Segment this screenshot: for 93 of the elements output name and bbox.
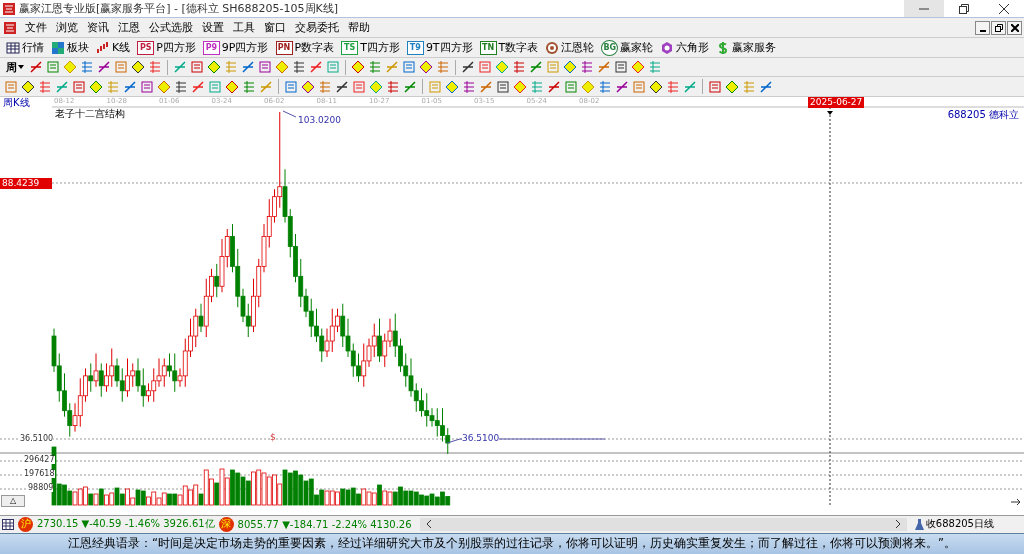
target-icon bbox=[545, 40, 560, 55]
hexagon-icon bbox=[660, 40, 675, 55]
tool-icon[interactable] bbox=[759, 79, 773, 94]
tool-icon[interactable] bbox=[225, 79, 239, 94]
dollar-mark: $ bbox=[270, 433, 276, 442]
blocks-icon bbox=[51, 40, 65, 55]
cursor-date: 2025-06-27 bbox=[808, 97, 865, 108]
leader-line bbox=[282, 110, 297, 118]
tool-icon[interactable] bbox=[445, 79, 459, 94]
tool-icon[interactable] bbox=[292, 60, 306, 75]
caret-icon bbox=[18, 64, 24, 71]
tool-icon[interactable] bbox=[547, 79, 561, 94]
grid-icon bbox=[6, 40, 20, 55]
volume-axis-label: 197618 bbox=[24, 470, 55, 478]
period-dropdown[interactable]: 周 bbox=[4, 58, 26, 76]
menu-item[interactable]: 江恩 bbox=[118, 20, 140, 36]
toolbar-button[interactable]: 板块 bbox=[49, 39, 91, 57]
stock-label: 688205 德科立 bbox=[947, 110, 1019, 120]
minimize-icon bbox=[979, 29, 986, 32]
tool-icon[interactable] bbox=[563, 60, 577, 75]
menu-item[interactable]: 交易委托 bbox=[295, 20, 339, 36]
close-button[interactable] bbox=[1007, 20, 1022, 35]
menu-item[interactable]: 文件 bbox=[25, 20, 47, 36]
calculator-icon[interactable] bbox=[2, 518, 14, 530]
toolbar-button[interactable]: 江恩轮 bbox=[543, 39, 597, 57]
scrollbar[interactable] bbox=[419, 517, 907, 531]
badge-icon: TN bbox=[479, 40, 497, 55]
tool-icon[interactable] bbox=[615, 79, 629, 94]
tool-icon[interactable] bbox=[419, 60, 433, 75]
menu-item[interactable]: 资讯 bbox=[87, 20, 109, 36]
badge-icon: PN bbox=[275, 40, 293, 55]
tool-icon[interactable] bbox=[461, 60, 475, 75]
tool-icon[interactable] bbox=[97, 60, 111, 75]
volume-axis-label: 296427 bbox=[24, 456, 55, 464]
toolbar-button[interactable]: K线 bbox=[94, 39, 133, 57]
tool-icon[interactable] bbox=[301, 79, 315, 94]
tool-icon[interactable] bbox=[123, 79, 137, 94]
quote-text: 江恩经典语录：“时间是决定市场走势的重要因素，经过详细研究大市及个别股票的过往记录，你将可以证明，历史确实重复发生；而了解过往，你将可以预测将来。”。 bbox=[0, 532, 1024, 554]
app-logo-icon bbox=[4, 21, 16, 34]
price-marker: 88.4239 bbox=[0, 178, 52, 189]
index-badge: 深 bbox=[218, 516, 234, 532]
tool-icon[interactable] bbox=[174, 79, 188, 94]
chevron-left-icon[interactable] bbox=[425, 520, 432, 529]
candles-icon bbox=[96, 40, 110, 55]
close-icon bbox=[1010, 23, 1019, 32]
status-text: 收688205日线 bbox=[925, 517, 994, 532]
toolbar-button[interactable]: TN T数字表 bbox=[477, 39, 541, 57]
price-axis-label: 36.5100 bbox=[20, 435, 54, 443]
coin-icon: BG bbox=[601, 39, 619, 56]
restore-icon bbox=[994, 23, 1003, 32]
badge-icon: TS bbox=[341, 40, 359, 55]
volume-axis-label: 98809 bbox=[28, 484, 54, 492]
restore-button[interactable] bbox=[991, 20, 1006, 35]
toolbar-button[interactable]: PS P四方形 bbox=[135, 39, 198, 57]
tool-icon[interactable] bbox=[21, 79, 35, 94]
toolbar-button[interactable]: PN P数字表 bbox=[273, 39, 337, 57]
toolbar-button[interactable]: 赢家服务 bbox=[714, 39, 779, 57]
price-label: 103.0200 bbox=[298, 116, 341, 125]
badge-icon: P9 bbox=[202, 40, 220, 55]
index-quote: 2730.15 ▼-40.59 -1.46% 3926.61亿 bbox=[37, 517, 215, 532]
tool-icon[interactable] bbox=[241, 60, 255, 75]
tool-icon[interactable] bbox=[649, 79, 663, 94]
menu-item[interactable]: 公式选股 bbox=[149, 20, 193, 36]
badge-icon: PS bbox=[137, 40, 155, 55]
toolbar-button[interactable]: 行情 bbox=[4, 39, 46, 57]
menu-item[interactable]: 帮助 bbox=[348, 20, 370, 36]
tool-icon[interactable] bbox=[131, 60, 145, 75]
toolbar-button[interactable]: 六角形 bbox=[658, 39, 712, 57]
index-quote: 8055.77 ▼-184.71 -2.24% 4130.26 bbox=[237, 518, 412, 530]
menu-item[interactable]: 工具 bbox=[233, 20, 255, 36]
badge-icon: T9 bbox=[406, 40, 424, 55]
toolbar-button[interactable]: T9 9T四方形 bbox=[404, 39, 475, 57]
index-badge: 沪 bbox=[18, 516, 33, 532]
tool-icon[interactable] bbox=[351, 60, 365, 75]
menu-item[interactable]: 设置 bbox=[202, 20, 224, 36]
period-label: 周K线 bbox=[3, 98, 30, 108]
panel-toggle-button[interactable]: △ bbox=[1, 495, 25, 507]
price-label: 36.5100 bbox=[462, 434, 500, 443]
menu-item[interactable]: 窗口 bbox=[264, 20, 286, 36]
restore-icon bbox=[959, 3, 969, 14]
window-title: 赢家江恩专业版[赢家服务平台] - [德科立 SH688205-105周K线] bbox=[18, 1, 340, 16]
menu-item[interactable]: 浏览 bbox=[56, 20, 78, 36]
toolbar-button[interactable]: BG 赢家轮 bbox=[599, 39, 656, 57]
arrow-right-icon[interactable] bbox=[1010, 497, 1022, 507]
close-icon bbox=[999, 3, 1009, 14]
chevron-right-icon[interactable] bbox=[894, 520, 901, 529]
indicator-title: 老子十二宫结构 bbox=[55, 109, 125, 119]
tool-icon[interactable] bbox=[335, 79, 349, 94]
tool-icon[interactable] bbox=[29, 60, 43, 75]
toolbar-button[interactable]: P9 9P四方形 bbox=[200, 39, 271, 57]
flask-icon bbox=[914, 518, 924, 530]
minimize-button[interactable] bbox=[975, 20, 990, 35]
toolbar-button[interactable]: TS T四方形 bbox=[339, 39, 402, 57]
